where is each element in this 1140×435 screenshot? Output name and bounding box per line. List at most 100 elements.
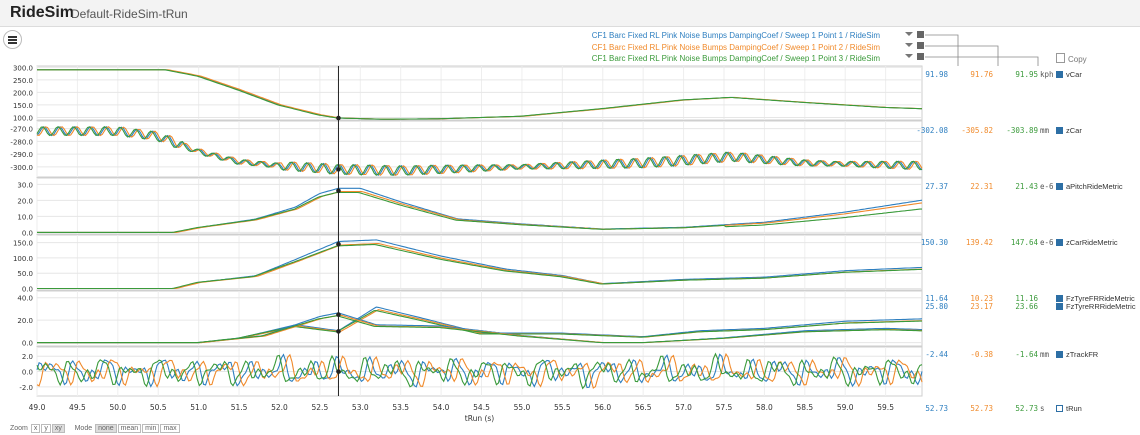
x-tick-label: 52.5	[312, 403, 329, 412]
cursor-value-aPitchRideMetric-run-3: 21.43	[1015, 182, 1038, 191]
cursor-value-aPitchRideMetric-run-2: 22.31	[970, 182, 993, 191]
series-line-zTrackFR-run-3	[36, 352, 923, 390]
unit-label: mm	[1040, 350, 1050, 359]
y-tick-label: 100.0	[13, 114, 33, 122]
series-line-zCar-run-2	[36, 126, 923, 176]
channel-toggle-aPitchRideMetric[interactable]	[1056, 183, 1063, 190]
y-tick-label: 50.0	[17, 270, 33, 278]
cursor-marker	[336, 115, 341, 121]
series-line-zCarRideMetric-run-1	[37, 239, 923, 290]
channel-name-zCarRideMetric[interactable]: zCarRideMetric	[1066, 238, 1118, 247]
y-tick-label: -280.0	[10, 138, 33, 146]
channel-name-aPitchRideMetric[interactable]: aPitchRideMetric	[1066, 182, 1123, 191]
y-tick-label: -300.0	[10, 164, 33, 172]
cursor-value-FzTyreRRRideMetric-run-1: 25.80	[925, 302, 948, 311]
y-tick-label: 250.0	[13, 77, 33, 85]
zoom-xy-button[interactable]: xy	[51, 424, 65, 433]
mode-label: Mode	[74, 425, 93, 432]
y-tick-label: 300.0	[13, 64, 33, 72]
x-tick-label: 58.5	[796, 403, 813, 412]
hamburger-menu-icon[interactable]	[3, 30, 22, 49]
series-line-aPitchRideMetric-run-2	[37, 191, 923, 233]
y-tick-label: 20.0	[17, 197, 33, 205]
channel-name-zCar[interactable]: zCar	[1066, 126, 1082, 135]
channel-name-FzTyreRRRideMetric[interactable]: FzTyreRRRideMetric	[1066, 302, 1136, 311]
channel-toggle-tRun[interactable]	[1056, 405, 1063, 412]
y-tick-label: 0.0	[22, 229, 33, 237]
series-line-zCar-run-1	[36, 126, 923, 176]
series-line-aPitchRideMetric-run-3	[37, 191, 922, 233]
x-tick-label: 50.5	[150, 403, 167, 412]
footer-controls: Zoom x y xy Mode none mean min max	[10, 424, 180, 433]
panel-frame	[36, 234, 923, 291]
legend-run-3[interactable]: CF1 Barc Fixed RL Pink Noise Bumps Dampi…	[592, 54, 880, 63]
x-tick-label: 52.0	[271, 403, 288, 412]
panel-frame	[36, 177, 923, 235]
x-tick-label: 55.5	[554, 403, 571, 412]
channel-toggle-vCar[interactable]	[1056, 71, 1063, 78]
channel-toggle-FzTyreFRRideMetric[interactable]	[1056, 295, 1063, 302]
x-tick-label: 51.0	[190, 403, 207, 412]
cursor-value-FzTyreRRRideMetric-run-3: 23.66	[1015, 302, 1038, 311]
series-line-vCar-run-3	[37, 69, 922, 120]
cursor-marker	[336, 329, 341, 334]
cursor-value-zCarRideMetric-run-2: 139.42	[965, 238, 993, 247]
panel-frame	[36, 290, 923, 347]
mode-mean-button[interactable]: mean	[117, 424, 142, 433]
legend-run-2[interactable]: CF1 Barc Fixed RL Pink Noise Bumps Dampi…	[592, 43, 880, 52]
y-tick-label: 150.0	[13, 102, 33, 110]
x-tick-label: 59.5	[877, 403, 894, 412]
x-axis-label: tRun (s)	[465, 414, 495, 423]
copy-button[interactable]: Copy	[1056, 53, 1087, 64]
zoom-x-button[interactable]: x	[30, 424, 41, 433]
series-line-FzTyreFRRideMetric-run-2	[37, 309, 923, 344]
chart[interactable]: 300.0 250.0 200.0 150.0 100.0 -270.0 -280.0 -29…	[0, 0, 1140, 435]
mode-min-button[interactable]: min	[142, 424, 160, 433]
top-bar: RideSim Default-RideSim-tRun	[0, 0, 1140, 27]
y-tick-label: 2.0	[22, 353, 33, 361]
x-tick-label: 55.0	[514, 403, 531, 412]
series-line-zCarRideMetric-run-2	[37, 243, 923, 290]
mode-none-button[interactable]: none	[95, 424, 117, 433]
legend-sort-icon	[905, 43, 913, 47]
channel-toggle-zTrackFR[interactable]	[1056, 351, 1063, 358]
channel-name-zTrackFR[interactable]: zTrackFR	[1066, 350, 1098, 359]
zoom-y-button[interactable]: y	[41, 424, 51, 433]
panel-frame	[36, 120, 923, 178]
channel-toggle-FzTyreRRRideMetric[interactable]	[1056, 303, 1063, 310]
cursor-value-vCar-run-1: 91.98	[925, 70, 948, 79]
x-tick-label: 51.5	[231, 403, 248, 412]
legend-toggle-icon	[917, 42, 924, 49]
cursor-value-zCarRideMetric-run-1: 150.30	[920, 238, 948, 247]
unit-label: mm	[1040, 126, 1050, 135]
y-tick-label: -290.0	[10, 151, 33, 159]
x-tick-label: 50.0	[109, 403, 126, 412]
panel-frame	[36, 65, 923, 121]
y-tick-label: 10.0	[17, 213, 33, 221]
channel-toggle-zCar[interactable]	[1056, 127, 1063, 134]
y-tick-label: 20.0	[17, 317, 33, 325]
zoom-label: Zoom	[10, 425, 28, 432]
channel-name-tRun[interactable]: tRun	[1066, 404, 1082, 413]
channel-toggle-zCarRideMetric[interactable]	[1056, 239, 1063, 246]
legend-label: CF1 Barc Fixed RL Pink Noise Bumps Dampi…	[591, 31, 880, 40]
cursor-marker	[336, 369, 341, 374]
zoom-options: x y xy	[30, 424, 65, 433]
copy-icon	[1056, 53, 1065, 63]
legend-connector	[925, 45, 999, 66]
channel-name-vCar[interactable]: vCar	[1066, 70, 1082, 79]
y-tick-label: 40.0	[17, 295, 33, 303]
series-line-FzTyreRRRideMetric-run-3	[37, 315, 922, 344]
y-tick-label: -2.0	[19, 384, 33, 392]
cursor-value-zCar-run-1: -302.08	[916, 126, 948, 135]
mode-max-button[interactable]: max	[160, 424, 180, 433]
legend-connector	[925, 56, 1039, 66]
legend-connector	[925, 34, 959, 66]
mode-options: none mean min max	[94, 424, 180, 433]
legend-run-1[interactable]: CF1 Barc Fixed RL Pink Noise Bumps Dampi…	[592, 31, 880, 40]
cursor-value-zTrackFR-run-2: -0.38	[970, 350, 993, 359]
cursor-value-zTrackFR-run-3: -1.64	[1015, 350, 1038, 359]
x-tick-label: 56.5	[635, 403, 652, 412]
cursor-value-tRun-run-1: 52.73	[925, 404, 948, 413]
legend-label: CF1 Barc Fixed RL Pink Noise Bumps Dampi…	[591, 43, 880, 52]
